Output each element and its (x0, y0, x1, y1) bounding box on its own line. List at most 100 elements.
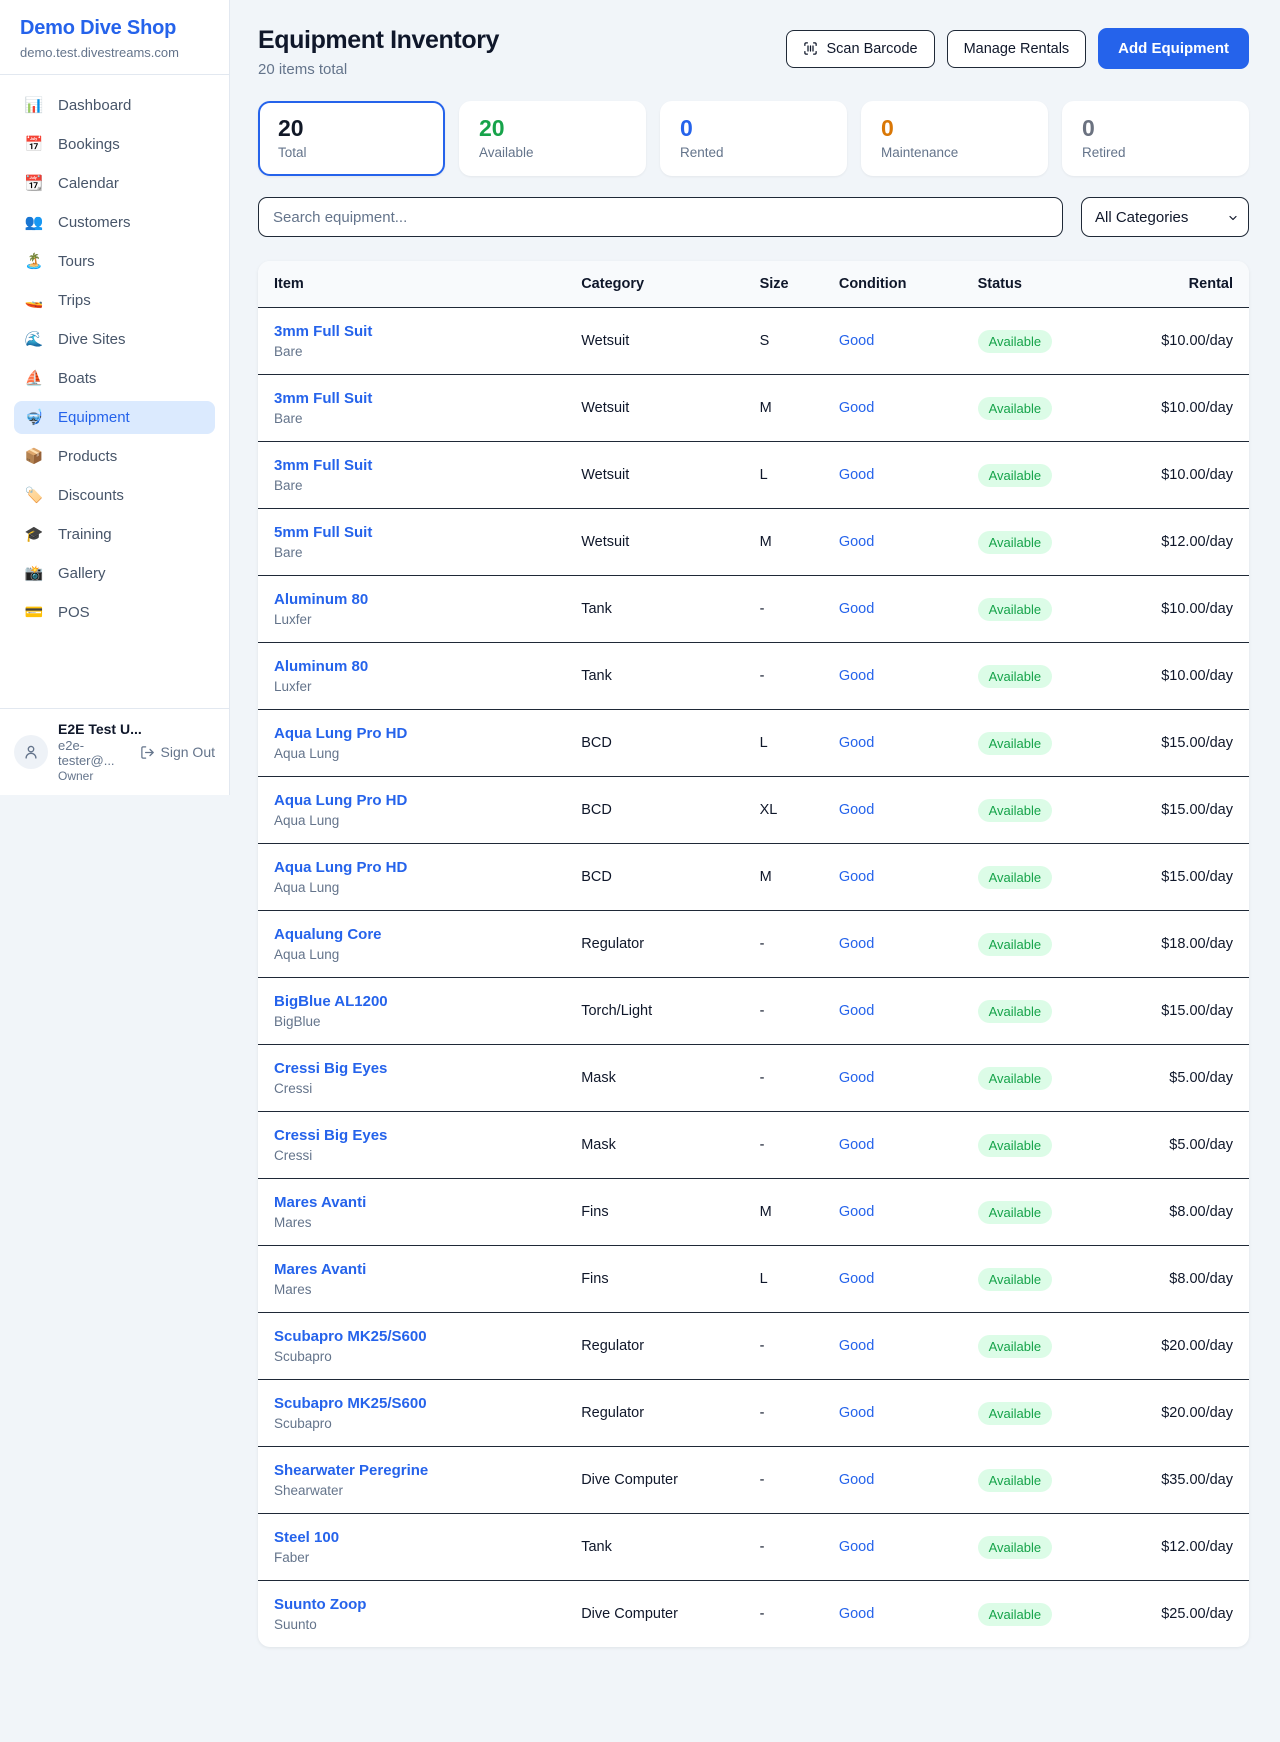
item-name-link[interactable]: 5mm Full Suit (274, 524, 372, 541)
sidebar-item-trips[interactable]: 🚤 Trips (14, 284, 215, 317)
item-name-link[interactable]: 3mm Full Suit (274, 390, 372, 407)
sidebar-item-calendar[interactable]: 📆 Calendar (14, 167, 215, 200)
sidebar-item-products[interactable]: 📦 Products (14, 440, 215, 473)
sign-out-button[interactable]: Sign Out (140, 744, 215, 760)
sidebar-item-pos[interactable]: 💳 POS (14, 596, 215, 629)
table-row: Cressi Big Eyes Cressi Mask - Good Avail… (258, 1045, 1249, 1112)
stat-card-rented[interactable]: 0 Rented (660, 101, 847, 176)
table-row: Cressi Big Eyes Cressi Mask - Good Avail… (258, 1112, 1249, 1179)
condition-link[interactable]: Good (839, 1539, 874, 1555)
sidebar-item-equipment[interactable]: 🤿 Equipment (14, 401, 215, 434)
gallery-icon: 📸 (24, 566, 44, 581)
cell-rental: $15.00/day (1110, 978, 1249, 1045)
category-filter: All Categories (1081, 197, 1249, 237)
sidebar-item-boats[interactable]: ⛵ Boats (14, 362, 215, 395)
stat-card-available[interactable]: 20 Available (459, 101, 646, 176)
scan-barcode-button[interactable]: Scan Barcode (786, 30, 934, 68)
condition-link[interactable]: Good (839, 1137, 874, 1153)
sidebar-item-customers[interactable]: 👥 Customers (14, 206, 215, 239)
cell-size: - (744, 1514, 823, 1581)
condition-link[interactable]: Good (839, 1338, 874, 1354)
item-name-link[interactable]: Scubapro MK25/S600 (274, 1395, 427, 1412)
search-input[interactable] (258, 197, 1063, 237)
sign-out-label: Sign Out (161, 744, 215, 760)
item-name-link[interactable]: Shearwater Peregrine (274, 1462, 428, 1479)
item-name-link[interactable]: 3mm Full Suit (274, 323, 372, 340)
stat-label-rented: Rented (680, 145, 827, 160)
page-title: Equipment Inventory (258, 26, 499, 55)
condition-link[interactable]: Good (839, 869, 874, 885)
condition-link[interactable]: Good (839, 735, 874, 751)
item-brand: Scubapro (274, 1349, 549, 1364)
condition-link[interactable]: Good (839, 802, 874, 818)
item-name-link[interactable]: Aluminum 80 (274, 658, 368, 675)
item-name-link[interactable]: Aqua Lung Pro HD (274, 725, 407, 742)
cell-size: - (744, 911, 823, 978)
stat-card-total[interactable]: 20 Total (258, 101, 445, 176)
cell-rental: $10.00/day (1110, 308, 1249, 375)
sidebar-item-dive-sites[interactable]: 🌊 Dive Sites (14, 323, 215, 356)
cell-category: BCD (565, 710, 743, 777)
column-header-item: Item (258, 261, 565, 308)
add-equipment-button[interactable]: Add Equipment (1098, 28, 1249, 69)
training-icon: 🎓 (24, 527, 44, 542)
cell-rental: $8.00/day (1110, 1246, 1249, 1313)
cell-category: Dive Computer (565, 1447, 743, 1514)
equipment-table: ItemCategorySizeConditionStatusRental 3m… (258, 261, 1249, 1647)
status-badge: Available (978, 933, 1053, 956)
item-name-link[interactable]: BigBlue AL1200 (274, 993, 388, 1010)
sidebar-item-tours[interactable]: 🏝️ Tours (14, 245, 215, 278)
sidebar-item-label: Calendar (58, 175, 119, 192)
condition-link[interactable]: Good (839, 1003, 874, 1019)
sidebar-item-training[interactable]: 🎓 Training (14, 518, 215, 551)
sidebar-item-dashboard[interactable]: 📊 Dashboard (14, 89, 215, 122)
sign-out-icon (140, 745, 155, 760)
status-badge: Available (978, 799, 1053, 822)
stat-card-maintenance[interactable]: 0 Maintenance (861, 101, 1048, 176)
item-name-link[interactable]: Aqualung Core (274, 926, 382, 943)
condition-link[interactable]: Good (839, 1405, 874, 1421)
sidebar-item-bookings[interactable]: 📅 Bookings (14, 128, 215, 161)
condition-link[interactable]: Good (839, 534, 874, 550)
condition-link[interactable]: Good (839, 400, 874, 416)
condition-link[interactable]: Good (839, 1271, 874, 1287)
cell-category: Dive Computer (565, 1581, 743, 1648)
stat-card-retired[interactable]: 0 Retired (1062, 101, 1249, 176)
sidebar-item-label: Trips (58, 292, 91, 309)
condition-link[interactable]: Good (839, 333, 874, 349)
sidebar-item-gallery[interactable]: 📸 Gallery (14, 557, 215, 590)
sidebar-item-label: Products (58, 448, 117, 465)
condition-link[interactable]: Good (839, 467, 874, 483)
condition-link[interactable]: Good (839, 1472, 874, 1488)
item-name-link[interactable]: Aluminum 80 (274, 591, 368, 608)
condition-link[interactable]: Good (839, 1070, 874, 1086)
item-name-link[interactable]: Suunto Zoop (274, 1596, 366, 1613)
item-name-link[interactable]: Mares Avanti (274, 1194, 366, 1211)
page-title-block: Equipment Inventory 20 items total (258, 26, 499, 78)
cell-size: L (744, 1246, 823, 1313)
table-row: Aluminum 80 Luxfer Tank - Good Available… (258, 643, 1249, 710)
condition-link[interactable]: Good (839, 668, 874, 684)
sidebar-item-label: Boats (58, 370, 96, 387)
category-filter-select[interactable]: All Categories (1081, 197, 1249, 237)
cell-size: - (744, 1313, 823, 1380)
condition-link[interactable]: Good (839, 1606, 874, 1622)
item-name-link[interactable]: Aqua Lung Pro HD (274, 859, 407, 876)
condition-link[interactable]: Good (839, 936, 874, 952)
item-name-link[interactable]: 3mm Full Suit (274, 457, 372, 474)
manage-rentals-button[interactable]: Manage Rentals (947, 30, 1087, 68)
column-header-category: Category (565, 261, 743, 308)
condition-link[interactable]: Good (839, 601, 874, 617)
item-brand: Suunto (274, 1617, 549, 1632)
item-name-link[interactable]: Mares Avanti (274, 1261, 366, 1278)
cell-category: Wetsuit (565, 509, 743, 576)
sidebar-item-discounts[interactable]: 🏷️ Discounts (14, 479, 215, 512)
item-name-link[interactable]: Cressi Big Eyes (274, 1127, 387, 1144)
pos-icon: 💳 (24, 605, 44, 620)
item-name-link[interactable]: Steel 100 (274, 1529, 339, 1546)
item-name-link[interactable]: Cressi Big Eyes (274, 1060, 387, 1077)
condition-link[interactable]: Good (839, 1204, 874, 1220)
cell-category: Regulator (565, 1380, 743, 1447)
item-name-link[interactable]: Aqua Lung Pro HD (274, 792, 407, 809)
item-name-link[interactable]: Scubapro MK25/S600 (274, 1328, 427, 1345)
